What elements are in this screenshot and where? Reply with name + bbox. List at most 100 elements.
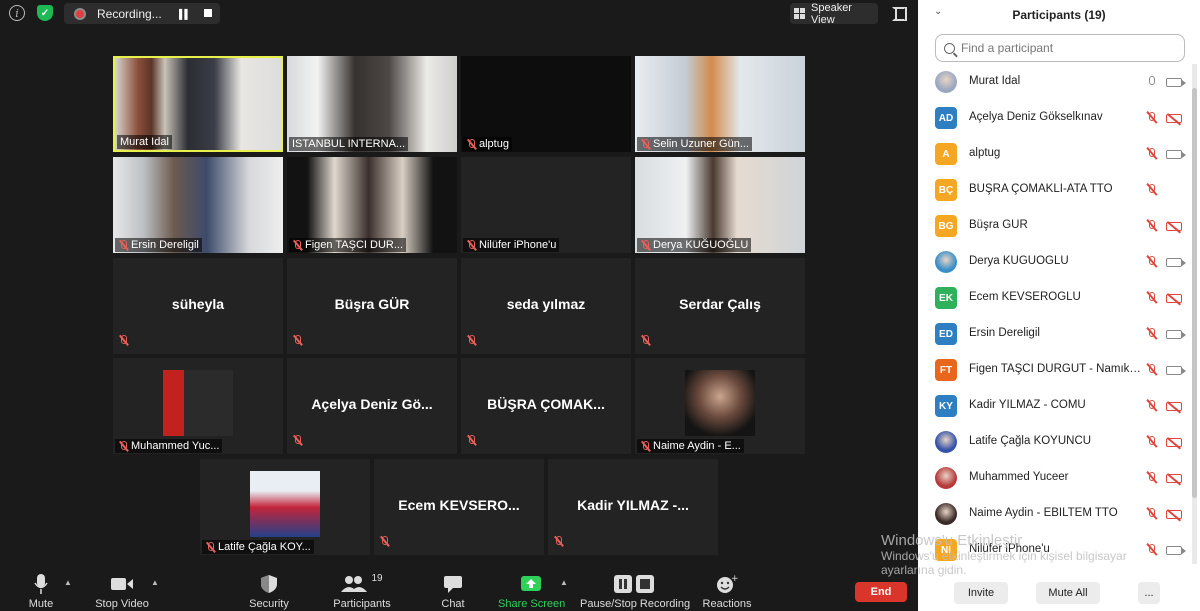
participant-row[interactable]: Murat Idal <box>918 64 1194 100</box>
participant-row[interactable]: Latife Çağla KOYUNCU <box>918 424 1194 460</box>
info-icon[interactable]: i <box>9 5 25 21</box>
participant-video-tile[interactable]: Büşra GÜR <box>287 258 457 354</box>
mute-button[interactable]: Mute <box>22 567 60 611</box>
participant-row[interactable]: AD Açelya Deniz Gökselkınav <box>918 100 1194 136</box>
video-camera-icon[interactable] <box>1166 258 1186 267</box>
video-off-icon[interactable] <box>1166 114 1182 123</box>
share-options-chevron-up-icon[interactable]: ▲ <box>560 578 568 587</box>
stop-video-label: Stop Video <box>95 598 149 610</box>
participant-video-tile[interactable]: Derya KUĞUOĞLU <box>635 157 805 253</box>
search-input[interactable] <box>961 41 1171 55</box>
muted-microphone-icon[interactable] <box>1146 400 1156 412</box>
participant-video-tile[interactable]: Ecem KEVSERO... <box>374 459 544 555</box>
participant-row[interactable]: EK Ecem KEVSEROĞLU <box>918 280 1194 316</box>
participant-video-tile[interactable]: Serdar Çalış <box>635 258 805 354</box>
muted-microphone-icon[interactable] <box>1146 112 1156 124</box>
participant-row[interactable]: BÇ BÜŞRA ÇOMAKLI-ATA TTO <box>918 172 1194 208</box>
microphone-icon[interactable] <box>1146 76 1156 88</box>
participant-avatar: BG <box>935 215 957 237</box>
participant-row[interactable]: Muhammed Yuceer <box>918 460 1194 496</box>
mute-all-button[interactable]: Mute All <box>1036 582 1100 604</box>
participant-name-center: seda yılmaz <box>506 296 586 312</box>
stop-recording-icon[interactable] <box>204 9 212 17</box>
participant-row[interactable]: ED Ersin Dereligil <box>918 316 1194 352</box>
participants-icon <box>341 576 368 592</box>
participant-name-center: BÜŞRA ÇOMAK... <box>487 396 605 412</box>
participant-video-tile[interactable]: Açelya Deniz Gö... <box>287 358 457 454</box>
video-off-icon[interactable] <box>1166 222 1182 231</box>
participants-button[interactable]: 19 Participants <box>330 567 394 611</box>
participant-video-tile[interactable]: Latife Çağla KOY... <box>200 459 370 555</box>
audio-options-chevron-up-icon[interactable]: ▲ <box>64 578 72 587</box>
participant-video-tile[interactable]: BÜŞRA ÇOMAK... <box>461 358 631 454</box>
participant-name: Nilüfer iPhone'u <box>479 239 557 251</box>
participant-video-tile[interactable]: ISTANBUL INTERNA... <box>287 56 457 152</box>
participant-row[interactable]: BG Büşra GÜR <box>918 208 1194 244</box>
video-off-icon[interactable] <box>1166 438 1182 447</box>
share-screen-button[interactable]: Share Screen <box>498 567 565 611</box>
more-options-button[interactable]: ... <box>1138 582 1160 604</box>
video-camera-icon[interactable] <box>1166 78 1186 87</box>
scrollbar-thumb[interactable] <box>1192 88 1197 498</box>
video-camera-icon[interactable] <box>1166 546 1186 555</box>
invite-button[interactable]: Invite <box>954 582 1008 604</box>
participant-row[interactable]: KY Kadir YILMAZ - COMU <box>918 388 1194 424</box>
participant-avatar <box>935 251 957 273</box>
muted-microphone-icon[interactable] <box>1146 220 1156 232</box>
participant-list-name: Açelya Deniz Gökselkınav <box>969 111 1103 123</box>
participant-row[interactable]: Aalptug <box>918 136 1194 172</box>
participant-row[interactable]: FT Figen TAŞCI DURGUT - Namık K... <box>918 352 1194 388</box>
participant-video-tile[interactable]: seda yılmaz <box>461 258 631 354</box>
fullscreen-icon[interactable] <box>892 7 907 21</box>
video-camera-icon[interactable] <box>1166 330 1186 339</box>
participant-video-tile[interactable]: alptug <box>461 56 631 152</box>
reactions-label: Reactions <box>702 598 752 610</box>
muted-microphone-icon[interactable] <box>1146 472 1156 484</box>
chat-button[interactable]: Chat <box>438 567 468 611</box>
muted-microphone-icon[interactable] <box>1146 184 1156 196</box>
participant-video-tile[interactable]: Nilüfer iPhone'u <box>461 157 631 253</box>
speaker-view-button[interactable]: Speaker View <box>790 2 878 26</box>
video-off-icon[interactable] <box>1166 402 1182 411</box>
participant-video-tile[interactable]: Murat Idal <box>113 56 283 152</box>
video-off-icon[interactable] <box>1166 510 1182 519</box>
end-meeting-button[interactable]: End <box>855 582 907 602</box>
participant-row[interactable]: Derya KUĞUOĞLU <box>918 244 1194 280</box>
participant-video-tile[interactable]: Selin Uzuner Gün... <box>635 56 805 152</box>
muted-microphone-icon[interactable] <box>1146 364 1156 376</box>
pause-recording-icon[interactable]: ▌▌ <box>179 9 191 19</box>
participant-video-tile[interactable]: süheyla <box>113 258 283 354</box>
video-options-chevron-up-icon[interactable]: ▲ <box>151 578 159 587</box>
muted-microphone-icon[interactable] <box>1146 544 1156 556</box>
participant-video-tile[interactable]: Muhammed Yuc... <box>113 358 283 454</box>
muted-microphone-icon[interactable] <box>1146 436 1156 448</box>
participant-search[interactable] <box>935 34 1185 62</box>
participant-video-tile[interactable]: Naime Aydin - E... <box>635 358 805 454</box>
video-camera-icon[interactable] <box>1166 150 1186 159</box>
reactions-button[interactable]: + Reactions <box>702 567 752 611</box>
video-off-icon[interactable] <box>1166 294 1182 303</box>
muted-microphone-icon[interactable] <box>1146 508 1156 520</box>
muted-microphone-icon[interactable] <box>1146 148 1156 160</box>
participant-video-tile[interactable]: Kadir YILMAZ -... <box>548 459 718 555</box>
participant-row[interactable]: Naime Aydin - EBILTEM TTO <box>918 496 1194 532</box>
pause-stop-recording-label: Pause/Stop Recording <box>580 598 691 610</box>
participant-list: Murat Idal AD Açelya Deniz Gökselkınav Aalp… <box>918 64 1194 568</box>
muted-microphone-icon[interactable] <box>1146 292 1156 304</box>
stop-video-button[interactable]: Stop Video <box>94 567 150 611</box>
participant-list-name: Latife Çağla KOYUNCU <box>969 435 1092 447</box>
muted-microphone-icon[interactable] <box>1146 256 1156 268</box>
participant-list-scrollbar[interactable] <box>1192 64 1197 564</box>
video-camera-icon[interactable] <box>1166 366 1186 375</box>
security-button[interactable]: Security <box>246 567 292 611</box>
muted-indicator <box>379 534 392 552</box>
participant-avatar: BÇ <box>935 179 957 201</box>
pause-stop-recording-button[interactable]: Pause/Stop Recording <box>580 567 691 611</box>
participant-video-tile[interactable]: Ersin Dereligil <box>113 157 283 253</box>
participant-name: Derya KUĞUOĞLU <box>653 239 749 251</box>
participant-video-tile[interactable]: Figen TAŞCI DUR... <box>287 157 457 253</box>
muted-microphone-icon[interactable] <box>1146 328 1156 340</box>
encryption-shield-icon[interactable]: ✓ <box>37 5 53 21</box>
participant-avatar <box>935 503 957 525</box>
video-off-icon[interactable] <box>1166 474 1182 483</box>
